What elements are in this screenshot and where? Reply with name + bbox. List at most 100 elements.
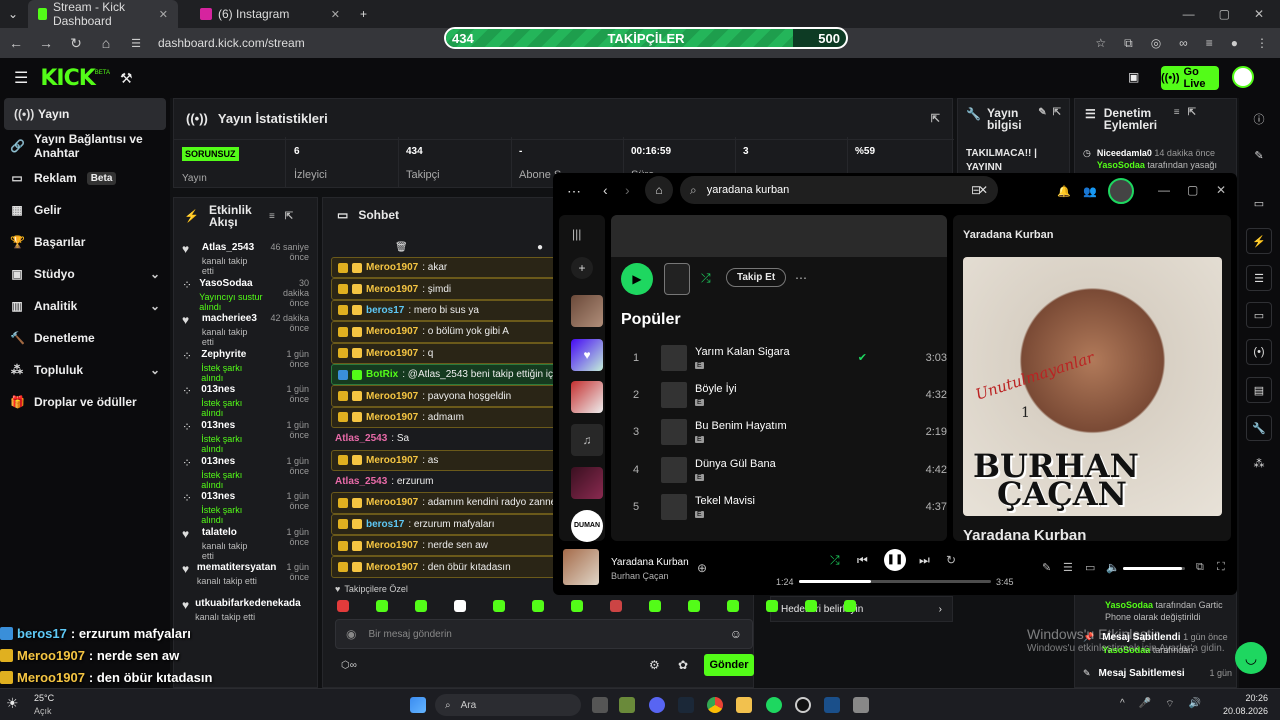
chat-username[interactable]: beros17 bbox=[366, 305, 404, 316]
emoji-icon[interactable]: ☺ bbox=[730, 627, 742, 641]
chevron-up-icon[interactable]: ^ bbox=[1120, 698, 1125, 711]
home-icon[interactable]: ⌂ bbox=[645, 176, 673, 204]
chrome-icon[interactable] bbox=[707, 697, 723, 713]
emote-icon[interactable] bbox=[532, 600, 544, 612]
filter-icon[interactable]: ≡ bbox=[269, 211, 275, 222]
repeat-icon[interactable]: ↻ bbox=[946, 553, 956, 567]
windows-start-icon[interactable] bbox=[410, 697, 426, 713]
tools-icon[interactable]: ⚒ bbox=[120, 70, 133, 87]
next-icon[interactable]: ⏭ bbox=[919, 553, 930, 568]
pause-button[interactable]: ❚❚ bbox=[884, 549, 906, 571]
library-icon[interactable]: ||| bbox=[572, 227, 581, 241]
emote-icon[interactable] bbox=[688, 600, 700, 612]
filter-icon[interactable]: ≡ bbox=[1174, 107, 1180, 118]
devices-icon[interactable]: ▭ bbox=[1085, 561, 1095, 574]
back-icon[interactable]: ← bbox=[8, 35, 24, 51]
activity-user[interactable]: utkuabifarkedenekada bbox=[195, 598, 301, 609]
mic-icon[interactable]: 🎤 bbox=[1139, 698, 1151, 711]
emote-icon[interactable] bbox=[727, 600, 739, 612]
browser-menu-icon[interactable]: ⋮ bbox=[1256, 36, 1268, 51]
hamburger-menu-icon[interactable]: ☰ bbox=[14, 68, 28, 88]
bell-icon[interactable]: 🔔 bbox=[1057, 185, 1071, 198]
emote-icon[interactable] bbox=[376, 600, 388, 612]
chat-username[interactable]: Meroo1907 bbox=[366, 348, 418, 359]
activity-user[interactable]: 013nes bbox=[201, 491, 263, 502]
activity-user[interactable]: 013nes bbox=[201, 420, 263, 431]
popout-icon[interactable]: ⇱ bbox=[1053, 107, 1061, 118]
close-tab-icon[interactable]: ✕ bbox=[159, 8, 168, 21]
spotify-menu-icon[interactable]: ⋯ bbox=[567, 183, 581, 200]
track-row[interactable]: 4 Dünya Gül Bana E 4:42 bbox=[611, 451, 947, 488]
emote-icon[interactable] bbox=[454, 600, 466, 612]
music-note-icon[interactable]: ♫ bbox=[571, 424, 603, 456]
reload-icon[interactable]: ↻ bbox=[68, 35, 84, 52]
play-button[interactable]: ▶ bbox=[621, 263, 653, 295]
library-playlist-2[interactable] bbox=[571, 381, 603, 413]
chat-username[interactable]: Meroo1907 bbox=[366, 412, 418, 423]
activity-user[interactable]: Zephyrite bbox=[201, 349, 263, 360]
restore-icon[interactable]: ▢ bbox=[1219, 7, 1230, 21]
sidebar-item-3[interactable]: ▦ Gelir bbox=[0, 194, 170, 226]
avatar[interactable] bbox=[1232, 66, 1254, 88]
network-icon[interactable]: ⌔ bbox=[1165, 698, 1174, 711]
forward-icon[interactable]: › bbox=[625, 182, 630, 198]
minimize-icon[interactable]: — bbox=[1183, 7, 1195, 21]
emote-icon[interactable] bbox=[571, 600, 583, 612]
library-playlist-1[interactable] bbox=[571, 295, 603, 327]
activity-user[interactable]: talatelo bbox=[202, 527, 262, 538]
broadcast-icon[interactable]: (•) bbox=[1246, 339, 1272, 365]
chat-username[interactable]: Meroo1907 bbox=[366, 497, 418, 508]
browse-icon[interactable]: ⊟ bbox=[971, 183, 981, 197]
trash-icon[interactable]: 🗑 bbox=[395, 242, 408, 253]
info-icon[interactable]: ⓘ bbox=[1246, 106, 1272, 132]
settings-gear-icon[interactable]: ⚙ bbox=[649, 658, 660, 672]
track-row[interactable]: 3 Bu Benim Hayatım E 2:19 bbox=[611, 414, 947, 451]
activity-user[interactable]: YasoSodaa bbox=[199, 278, 269, 289]
kick-mini-icon[interactable]: ▣ bbox=[1128, 70, 1139, 84]
sidebar-item-6[interactable]: ▥ Analitik ⌄ bbox=[0, 290, 170, 322]
shuffle-icon[interactable]: ⤮ bbox=[701, 271, 711, 286]
wrench-icon[interactable]: 🔧 bbox=[1246, 415, 1272, 441]
minimize-icon[interactable]: — bbox=[1158, 183, 1170, 197]
now-playing-title[interactable]: Yaradana Kurban bbox=[611, 557, 689, 568]
new-tab-button[interactable]: + bbox=[350, 0, 377, 28]
extensions-icon[interactable]: ⧉ bbox=[1124, 36, 1133, 51]
lyrics-icon[interactable]: ✎ bbox=[1042, 561, 1051, 574]
fullscreen-icon[interactable]: ⛶ bbox=[1217, 561, 1225, 574]
task-view-icon[interactable] bbox=[592, 697, 608, 713]
app-icon[interactable] bbox=[824, 697, 840, 713]
liked-songs-icon[interactable]: ♥ bbox=[571, 339, 603, 371]
track-row[interactable]: 2 Böyle İyi E 4:32 bbox=[611, 376, 947, 413]
link-icon[interactable]: ∞ bbox=[1179, 36, 1188, 51]
reading-list-icon[interactable]: ≡ bbox=[1206, 36, 1213, 51]
sidebar-item-7[interactable]: 🔨 Denetleme bbox=[0, 322, 170, 354]
close-window-icon[interactable]: ✕ bbox=[1254, 7, 1264, 21]
chat-username[interactable]: Meroo1907 bbox=[366, 455, 418, 466]
emote-icon[interactable] bbox=[493, 600, 505, 612]
points-icon[interactable]: ⬡∞ bbox=[341, 660, 357, 671]
emote-icon[interactable] bbox=[649, 600, 661, 612]
library-playlist-3[interactable] bbox=[571, 467, 603, 499]
now-playing-artist[interactable]: Burhan Çaçan bbox=[611, 571, 669, 581]
artist-thumb[interactable] bbox=[664, 263, 690, 295]
volume-slider[interactable] bbox=[1123, 567, 1185, 570]
emote-icon[interactable] bbox=[805, 600, 817, 612]
bubble-icon[interactable]: ● bbox=[537, 242, 543, 253]
popout-icon[interactable]: ⇱ bbox=[285, 211, 293, 222]
mini-player-icon[interactable]: ⧉ bbox=[1196, 561, 1204, 574]
emote-icon[interactable]: ✿ bbox=[678, 658, 688, 672]
maximize-icon[interactable]: ▢ bbox=[1187, 183, 1198, 197]
app-icon-2[interactable] bbox=[853, 697, 869, 713]
progress-bar[interactable] bbox=[799, 580, 991, 583]
chat-username[interactable]: Atlas_2543 bbox=[335, 476, 387, 487]
spotify-avatar[interactable] bbox=[1108, 178, 1134, 204]
tab-instagram[interactable]: (6) Instagram ✕ bbox=[190, 0, 350, 28]
speaker-icon[interactable]: 🔊 bbox=[1189, 698, 1201, 711]
more-options-icon[interactable]: ⋯ bbox=[795, 271, 807, 285]
chat-username[interactable]: beros17 bbox=[366, 519, 404, 530]
weather-icon[interactable]: ☀ bbox=[6, 695, 19, 712]
spotify-taskbar-icon[interactable] bbox=[766, 697, 782, 713]
system-tray[interactable]: ^ 🎤 ⌔ 🔊 bbox=[1120, 698, 1201, 711]
sidebar-item-9[interactable]: 🎁 Droplar ve ödüller bbox=[0, 386, 170, 418]
liked-check-icon[interactable]: ✔ bbox=[858, 351, 867, 364]
